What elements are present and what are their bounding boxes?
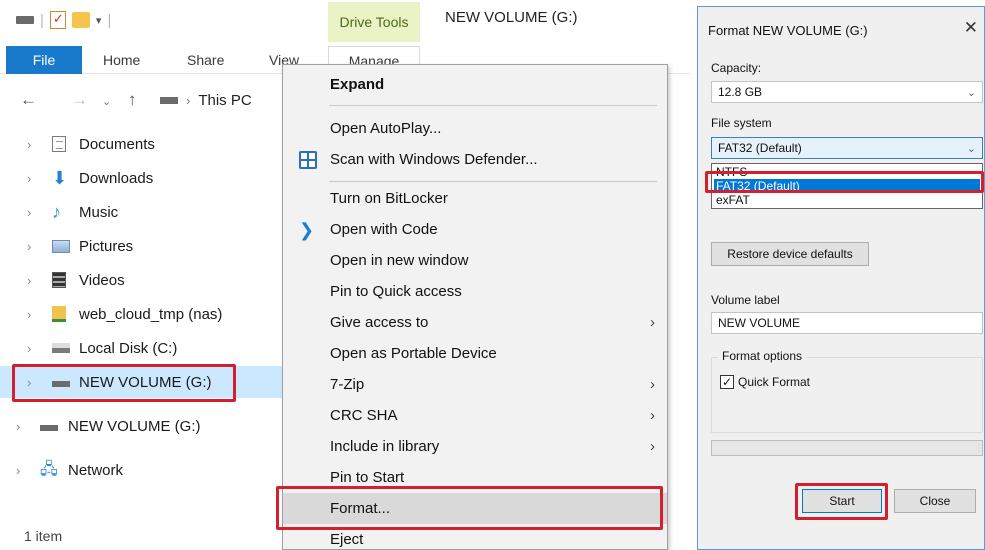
- expand-chevron-icon[interactable]: ›: [16, 463, 20, 478]
- menu-item-pin-quick-access[interactable]: Pin to Quick access: [283, 276, 667, 307]
- expand-chevron-icon[interactable]: ›: [27, 375, 31, 390]
- close-icon[interactable]: ✕: [964, 18, 978, 38]
- close-button[interactable]: Close: [894, 489, 976, 513]
- fs-option-exfat[interactable]: exFAT: [714, 193, 980, 207]
- menu-item-open-autoplay[interactable]: Open AutoPlay...: [283, 113, 667, 144]
- tab-share[interactable]: Share: [187, 46, 224, 74]
- menu-item-pin-to-start[interactable]: Pin to Start: [283, 462, 667, 493]
- menu-item-open-new-window[interactable]: Open in new window: [283, 245, 667, 276]
- documents-icon: [52, 136, 66, 152]
- menu-item-crc-sha[interactable]: CRC SHA ›: [283, 400, 667, 431]
- expand-chevron-icon[interactable]: ›: [27, 205, 31, 220]
- customize-toolbar-icon[interactable]: ▾: [96, 14, 102, 27]
- nav-item-web-cloud-tmp[interactable]: › web_cloud_tmp (nas): [0, 298, 285, 330]
- capacity-label: Capacity:: [711, 61, 762, 75]
- file-system-select[interactable]: FAT32 (Default) ⌄: [711, 137, 983, 159]
- quick-format-label[interactable]: Quick Format: [738, 375, 810, 389]
- new-folder-icon[interactable]: [71, 12, 90, 28]
- start-button[interactable]: Start: [802, 489, 882, 513]
- quick-format-checkbox[interactable]: ✓: [720, 375, 734, 389]
- nav-item-local-disk[interactable]: › Local Disk (C:): [0, 332, 285, 364]
- context-menu: Expand Open AutoPlay... Scan with Window…: [282, 64, 668, 550]
- dialog-title: Format NEW VOLUME (G:): [708, 23, 868, 38]
- breadcrumb-this-pc[interactable]: This PC: [198, 92, 251, 109]
- nav-item-pictures[interactable]: › Pictures: [0, 230, 285, 262]
- window-title: NEW VOLUME (G:): [445, 9, 578, 26]
- nav-item-documents[interactable]: › Documents: [0, 128, 285, 160]
- music-icon: ♪: [52, 202, 61, 222]
- menu-item-scan-defender[interactable]: Scan with Windows Defender...: [283, 144, 667, 175]
- restore-defaults-button[interactable]: Restore device defaults: [711, 242, 869, 266]
- menu-separator: [329, 181, 657, 182]
- submenu-arrow-icon: ›: [650, 438, 655, 455]
- format-dialog: Format NEW VOLUME (G:) ✕ Capacity: 12.8 …: [697, 6, 985, 550]
- menu-item-expand[interactable]: Expand: [283, 69, 667, 100]
- up-arrow-icon[interactable]: ↑: [128, 90, 137, 110]
- chevron-down-icon: ⌄: [966, 142, 976, 155]
- menu-item-turn-on-bitlocker[interactable]: Turn on BitLocker: [283, 183, 667, 214]
- menu-item-open-with-code[interactable]: ❯ Open with Code: [283, 214, 667, 245]
- usb-drive-icon: [40, 425, 58, 431]
- back-arrow-icon[interactable]: ←: [20, 90, 37, 110]
- menu-item-open-portable-device[interactable]: Open as Portable Device: [283, 338, 667, 369]
- network-icon: 🖧: [40, 461, 58, 478]
- expand-chevron-icon[interactable]: ›: [27, 239, 31, 254]
- expand-chevron-icon[interactable]: ›: [27, 307, 31, 322]
- volume-label-input[interactable]: NEW VOLUME: [711, 312, 983, 334]
- format-options-group: [711, 357, 983, 433]
- fs-option-ntfs[interactable]: NTFS: [714, 165, 980, 179]
- file-system-label: File system: [711, 116, 772, 130]
- nav-item-downloads[interactable]: › ⬇ Downloads: [0, 162, 285, 194]
- properties-icon[interactable]: [49, 11, 66, 29]
- submenu-arrow-icon: ›: [650, 407, 655, 424]
- expand-chevron-icon[interactable]: ›: [27, 273, 31, 288]
- menu-item-format[interactable]: Format...: [283, 493, 667, 524]
- chevron-down-icon: ⌄: [966, 86, 976, 99]
- tab-file[interactable]: File: [6, 46, 82, 74]
- usb-drive-icon: [52, 381, 70, 387]
- nav-item-music[interactable]: › ♪ Music: [0, 196, 285, 228]
- forward-arrow-icon[interactable]: →: [71, 90, 88, 110]
- pictures-icon: [52, 239, 70, 253]
- expand-chevron-icon[interactable]: ›: [27, 137, 31, 152]
- nav-item-new-volume[interactable]: › NEW VOLUME (G:): [0, 410, 285, 442]
- breadcrumb[interactable]: › This PC: [160, 92, 252, 109]
- file-system-dropdown: NTFS FAT32 (Default) exFAT: [711, 163, 983, 209]
- menu-item-7zip[interactable]: 7-Zip ›: [283, 369, 667, 400]
- status-bar-count: 1 item: [24, 528, 63, 544]
- submenu-arrow-icon: ›: [650, 314, 655, 331]
- local-disk-icon: [52, 343, 70, 353]
- vscode-icon: ❯: [299, 219, 315, 240]
- fs-option-fat32[interactable]: FAT32 (Default): [714, 179, 980, 193]
- format-progress-bar: [711, 440, 983, 456]
- nav-item-videos[interactable]: › Videos: [0, 264, 285, 296]
- nav-item-network[interactable]: › 🖧 Network: [0, 454, 285, 486]
- capacity-select[interactable]: 12.8 GB ⌄: [711, 81, 983, 103]
- nav-item-new-volume-selected[interactable]: › NEW VOLUME (G:): [0, 366, 285, 398]
- expand-chevron-icon[interactable]: ›: [27, 171, 31, 186]
- windows-defender-icon: [299, 150, 317, 169]
- menu-item-give-access-to[interactable]: Give access to ›: [283, 307, 667, 338]
- chevron-right-icon: ›: [186, 93, 191, 108]
- menu-separator: [329, 105, 657, 106]
- network-drive-icon: [52, 306, 66, 322]
- menu-item-include-in-library[interactable]: Include in library ›: [283, 431, 667, 462]
- this-pc-icon: [160, 97, 178, 104]
- volume-label-label: Volume label: [711, 293, 780, 307]
- expand-chevron-icon[interactable]: ›: [16, 419, 20, 434]
- menu-item-eject[interactable]: Eject: [283, 524, 667, 550]
- downloads-icon: ⬇: [52, 168, 68, 188]
- expand-chevron-icon[interactable]: ›: [27, 341, 31, 356]
- quick-access-toolbar: | ▾ |: [16, 8, 111, 32]
- drive-tools-tab: Drive Tools: [328, 2, 420, 42]
- videos-icon: [52, 272, 66, 288]
- drive-icon: [16, 16, 34, 24]
- format-options-label: Format options: [718, 349, 807, 363]
- submenu-arrow-icon: ›: [650, 376, 655, 393]
- recent-locations-icon[interactable]: ⌄: [102, 95, 111, 108]
- tab-home[interactable]: Home: [103, 46, 140, 74]
